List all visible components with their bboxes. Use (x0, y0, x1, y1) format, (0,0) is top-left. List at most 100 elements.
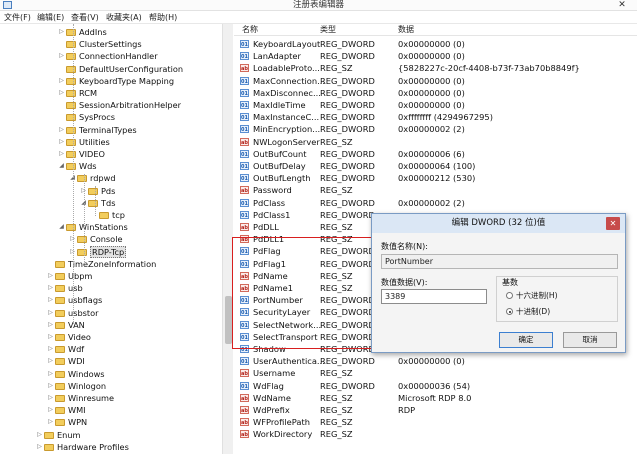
collapsed-arrow-icon[interactable]: ▷ (57, 124, 66, 136)
tree-item[interactable]: SysProcs (57, 111, 115, 123)
column-header-data[interactable]: 数据 (398, 24, 414, 36)
collapsed-arrow-icon[interactable]: ▷ (57, 75, 66, 87)
tree-item[interactable]: ▷ RCM (57, 87, 97, 99)
collapsed-arrow-icon[interactable]: ▷ (46, 319, 55, 331)
ok-button[interactable]: 确定 (499, 332, 553, 348)
tree-item[interactable]: ▷ Ubpm (46, 270, 92, 282)
value-row[interactable]: 01 LanAdapter REG_DWORD 0x00000000 (0) (234, 50, 637, 62)
value-data-input[interactable]: 3389 (381, 289, 487, 304)
value-row[interactable]: 01 MinEncryption... REG_DWORD 0x00000002 (2… (234, 123, 637, 135)
dialog-close-button[interactable]: ✕ (606, 217, 620, 230)
collapsed-arrow-icon[interactable]: ▷ (57, 136, 66, 148)
collapsed-arrow-icon[interactable]: ▷ (46, 380, 55, 392)
value-type: REG_SZ (320, 405, 353, 415)
tree-item[interactable]: ▷ usb (46, 282, 82, 294)
tree-item[interactable]: ◢ WinStations (57, 221, 128, 233)
value-row[interactable]: ab WdName REG_SZ Microsoft RDP 8.0 (234, 392, 637, 404)
collapsed-arrow-icon[interactable]: ▷ (35, 441, 44, 453)
menu-view[interactable]: 查看(V) (71, 11, 99, 24)
collapsed-arrow-icon[interactable]: ▷ (46, 355, 55, 367)
collapsed-arrow-icon[interactable]: ▷ (57, 26, 66, 38)
collapsed-arrow-icon[interactable]: ▷ (35, 429, 44, 441)
tree-item[interactable]: ▷ VIDEO (57, 148, 105, 160)
collapsed-arrow-icon[interactable]: ▷ (46, 392, 55, 404)
column-header-name[interactable]: 名称 (242, 24, 258, 36)
value-row[interactable]: 01 MaxInstanceC... REG_DWORD 0xffffffff (42… (234, 111, 637, 123)
collapsed-arrow-icon[interactable]: ▷ (46, 331, 55, 343)
value-row[interactable]: ab Password REG_SZ (234, 184, 637, 196)
tree-item[interactable]: ▷ WDI (46, 355, 85, 367)
tree-item[interactable]: ▷ TerminalTypes (57, 124, 136, 136)
collapsed-arrow-icon[interactable]: ▷ (46, 343, 55, 355)
collapsed-arrow-icon[interactable]: ▷ (46, 368, 55, 380)
menu-help[interactable]: 帮助(H) (149, 11, 177, 24)
value-row[interactable]: ab WdPrefix REG_SZ RDP (234, 404, 637, 416)
value-row[interactable]: ab LoadableProto... REG_SZ {5828227c-20cf-4… (234, 62, 637, 74)
tree-item[interactable]: ▷ Winlogon (46, 380, 106, 392)
collapsed-arrow-icon[interactable]: ▷ (46, 294, 55, 306)
column-header-type[interactable]: 类型 (320, 24, 336, 36)
radio-decimal[interactable]: 十进制(D) (506, 307, 550, 317)
tree-item[interactable]: ▷ Windows (46, 368, 104, 380)
tree-item[interactable]: ▷ Enum (35, 429, 80, 441)
tree-item[interactable]: ▷ Video (46, 331, 91, 343)
tree-item[interactable]: ▷ Utilities (57, 136, 110, 148)
tree-item[interactable]: ▷ Hardware Profiles (35, 441, 129, 453)
collapsed-arrow-icon[interactable]: ▷ (46, 270, 55, 282)
value-row[interactable]: 01 OutBufDelay REG_DWORD 0x00000064 (100) (234, 160, 637, 172)
collapsed-arrow-icon[interactable]: ▷ (46, 307, 55, 319)
tree-item[interactable]: ◢ Wds (57, 160, 96, 172)
tree-item[interactable]: ▷ Console (68, 233, 122, 245)
value-name-field[interactable]: PortNumber (381, 254, 618, 269)
value-row[interactable]: 01 PdClass REG_DWORD 0x00000002 (2) (234, 197, 637, 209)
tree-item[interactable]: ▷ AddIns (57, 26, 107, 38)
value-row[interactable]: 01 MaxIdleTime REG_DWORD 0x00000000 (0) (234, 99, 637, 111)
value-row[interactable]: ab WFProfilePath REG_SZ (234, 416, 637, 428)
tree-item[interactable]: ▷ KeyboardType Mapping (57, 75, 174, 87)
tree-item[interactable]: ▷ usbflags (46, 294, 102, 306)
tree-item[interactable]: ▷ WPN (46, 416, 87, 428)
value-row[interactable]: 01 OutBufLength REG_DWORD 0x00000212 (530) (234, 172, 637, 184)
cancel-button[interactable]: 取消 (563, 332, 617, 348)
collapsed-arrow-icon[interactable]: ▷ (46, 282, 55, 294)
registry-key-tree[interactable]: ▷ AddIns ClusterSettings ▷ ConnectionHandler… (0, 24, 233, 454)
expanded-arrow-icon[interactable]: ◢ (57, 221, 66, 233)
reg-binary-icon: 01 (240, 113, 249, 122)
value-row[interactable]: 01 OutBufCount REG_DWORD 0x00000006 (6) (234, 148, 637, 160)
collapsed-arrow-icon[interactable]: ▷ (57, 87, 66, 99)
value-row[interactable]: ab WorkDirectory REG_SZ (234, 428, 637, 440)
tree-item[interactable]: DefaultUserConfiguration (57, 63, 183, 75)
value-row[interactable]: 01 KeyboardLayout REG_DWORD 0x00000000 (0) (234, 38, 637, 50)
tree-scrollbar-thumb[interactable] (225, 296, 232, 344)
menu-edit[interactable]: 编辑(E) (37, 11, 64, 24)
tree-item[interactable]: ◢ rdpwd (68, 172, 115, 184)
menu-favorites[interactable]: 收藏夹(A) (106, 11, 142, 24)
value-row[interactable]: 01 MaxDisconnec... REG_DWORD 0x00000000 (0) (234, 87, 637, 99)
tree-item[interactable]: ▷ Winresume (46, 392, 114, 404)
collapsed-arrow-icon[interactable]: ▷ (46, 416, 55, 428)
value-row[interactable]: ab NWLogonServer REG_SZ (234, 136, 637, 148)
menu-file[interactable]: 文件(F) (4, 11, 31, 24)
reg-binary-icon: 01 (240, 101, 249, 109)
tree-item[interactable]: ▷ WMI (46, 404, 85, 416)
collapsed-arrow-icon[interactable]: ▷ (57, 50, 66, 62)
window-close-button[interactable]: ✕ (607, 0, 637, 11)
tree-item[interactable]: ▷ Wdf (46, 343, 84, 355)
tree-item[interactable]: ▷ RDP-Tcp (68, 245, 127, 258)
tree-item[interactable]: TimeZoneInformation (46, 258, 156, 270)
expanded-arrow-icon[interactable]: ◢ (57, 160, 66, 172)
reg-string-icon: ab (240, 137, 249, 146)
value-row[interactable]: 01 WdFlag REG_DWORD 0x00000036 (54) (234, 380, 637, 392)
tree-item-label: tcp (112, 210, 125, 220)
tree-item[interactable]: ClusterSettings (57, 38, 142, 50)
tree-item[interactable]: ▷ VAN (46, 319, 85, 331)
collapsed-arrow-icon[interactable]: ▷ (57, 148, 66, 160)
value-row[interactable]: 01 UserAuthentica... REG_DWORD 0x00000000 (… (234, 355, 637, 367)
tree-item[interactable]: SessionArbitrationHelper (57, 99, 181, 111)
tree-item-label: KeyboardType Mapping (79, 75, 175, 86)
collapsed-arrow-icon[interactable]: ▷ (46, 404, 55, 416)
value-data: 0x00000064 (100) (398, 161, 476, 171)
value-row[interactable]: 01 MaxConnection... REG_DWORD 0x00000000 (0… (234, 75, 637, 87)
radio-hexadecimal[interactable]: 十六进制(H) (506, 291, 558, 301)
value-row[interactable]: ab Username REG_SZ (234, 367, 637, 379)
